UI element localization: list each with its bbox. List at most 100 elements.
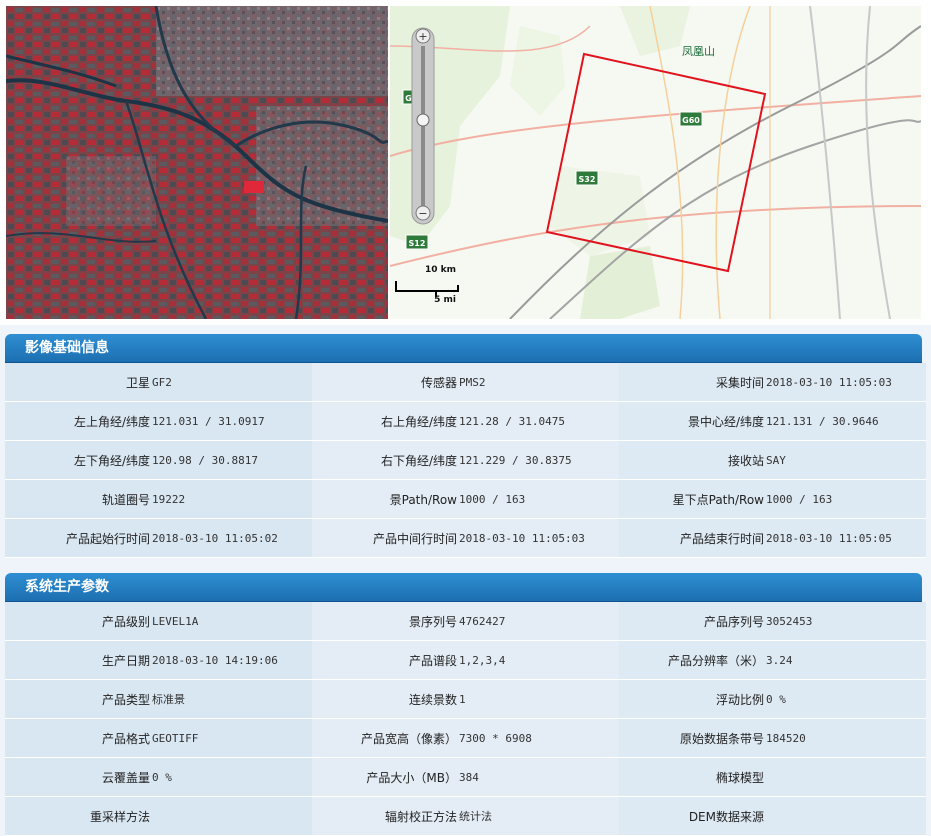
image-basic-info-panel: 影像基础信息 卫星 GF2 传感器 PMS2 采集时间 2018-03-10 1… <box>5 334 926 558</box>
field-label: 连续景数 <box>312 679 459 719</box>
field-label: 产品谱段 <box>312 640 459 680</box>
zoom-slider-handle[interactable] <box>416 113 430 127</box>
zoom-control[interactable]: + − <box>411 27 435 225</box>
footprint-map[interactable]: G60 S32 S12 G60 凤凰山 + <box>390 6 921 319</box>
panel-header: 影像基础信息 <box>5 334 922 363</box>
field-value: GF2 <box>152 363 312 402</box>
highway-shield-s12: S12 <box>405 234 429 250</box>
field-value: 2018-03-10 11:05:02 <box>152 518 312 558</box>
table-row: 卫星 GF2 传感器 PMS2 采集时间 2018-03-10 11:05:03 <box>5 363 926 402</box>
field-label: 左下角经/纬度 <box>5 440 152 480</box>
panel-title: 影像基础信息 <box>25 340 109 356</box>
highway-shield-s32: S32 <box>575 170 599 186</box>
field-label: 轨道圈号 <box>5 479 152 519</box>
field-value: 1000 / 163 <box>766 479 926 519</box>
plus-icon: + <box>418 30 427 43</box>
table-row: 左下角经/纬度 120.98 / 30.8817 右下角经/纬度 121.229… <box>5 440 926 480</box>
field-label: 浮动比例 <box>619 679 766 719</box>
footprint-polygon <box>545 52 767 273</box>
field-value: SAY <box>766 440 926 480</box>
table-row: 重采样方法 辐射校正方法 统计法 DEM数据来源 <box>5 796 926 836</box>
field-label: 云覆盖量 <box>5 757 152 797</box>
field-value: 标准景 <box>152 679 312 719</box>
field-value: 184520 <box>766 718 926 758</box>
field-label: 右上角经/纬度 <box>312 401 459 441</box>
field-label: 接收站 <box>619 440 766 480</box>
field-value: LEVEL1A <box>152 602 312 641</box>
table-row: 产品类型 标准景 连续景数 1 浮动比例 0 % <box>5 679 926 719</box>
table-row: 产品级别 LEVEL1A 景序列号 4762427 产品序列号 3052453 <box>5 602 926 641</box>
scale-mi-label: 5 mi <box>434 295 456 305</box>
field-value: 3052453 <box>766 602 926 641</box>
field-value: 2018-03-10 11:05:03 <box>459 518 619 558</box>
field-label: 产品类型 <box>5 679 152 719</box>
field-label: 产品分辨率（米） <box>619 640 766 680</box>
field-value: 384 <box>459 757 619 797</box>
field-label: 采集时间 <box>619 363 766 402</box>
field-value: 2018-03-10 11:05:03 <box>766 363 926 402</box>
field-label: 产品大小（MB） <box>312 757 459 797</box>
field-label: 产品起始行时间 <box>5 518 152 558</box>
map-canvas[interactable]: G60 S32 S12 G60 凤凰山 + <box>390 6 921 319</box>
field-value: 统计法 <box>459 796 619 836</box>
field-label: 生产日期 <box>5 640 152 680</box>
highway-shield-g60-top: G60 <box>679 111 703 127</box>
field-label: 传感器 <box>312 363 459 402</box>
panel-title: 系统生产参数 <box>25 579 109 595</box>
field-label: 产品结束行时间 <box>619 518 766 558</box>
field-label: 产品序列号 <box>619 602 766 641</box>
field-label: 产品格式 <box>5 718 152 758</box>
place-label: 凤凰山 <box>682 45 715 58</box>
field-value: 0 % <box>152 757 312 797</box>
field-label: 左上角经/纬度 <box>5 401 152 441</box>
field-label: 景序列号 <box>312 602 459 641</box>
satellite-thumbnail <box>6 6 388 319</box>
panel-header: 系统生产参数 <box>5 573 922 602</box>
field-value: 121.28 / 31.0475 <box>459 401 619 441</box>
table-row: 云覆盖量 0 % 产品大小（MB） 384 椭球模型 <box>5 757 926 797</box>
table-row: 产品起始行时间 2018-03-10 11:05:02 产品中间行时间 2018… <box>5 518 926 558</box>
table-row: 左上角经/纬度 121.031 / 31.0917 右上角经/纬度 121.28… <box>5 401 926 441</box>
field-value: 4762427 <box>459 602 619 641</box>
field-value: 121.131 / 30.9646 <box>766 401 926 441</box>
field-value: 121.229 / 30.8375 <box>459 440 619 480</box>
field-value: GEOTIFF <box>152 718 312 758</box>
field-label: 重采样方法 <box>5 796 152 836</box>
field-value: 120.98 / 30.8817 <box>152 440 312 480</box>
field-label: 椭球模型 <box>619 757 766 797</box>
field-label: 右下角经/纬度 <box>312 440 459 480</box>
system-production-params-panel: 系统生产参数 产品级别 LEVEL1A 景序列号 4762427 产品序列号 3… <box>5 573 926 836</box>
scale-bar: 10 km 5 mi <box>395 265 459 305</box>
field-label: 星下点Path/Row <box>619 479 766 519</box>
shield-label: S32 <box>579 175 596 184</box>
field-label: 景Path/Row <box>312 479 459 519</box>
shield-label: G60 <box>682 116 700 125</box>
field-value: 1000 / 163 <box>459 479 619 519</box>
field-value: 1 <box>459 679 619 719</box>
preview-area: G60 S32 S12 G60 凤凰山 + <box>0 0 931 325</box>
field-label: 产品级别 <box>5 602 152 641</box>
satellite-image <box>6 6 388 319</box>
scale-km-label: 10 km <box>425 265 456 275</box>
field-value: 2018-03-10 11:05:05 <box>766 518 926 558</box>
field-value <box>766 796 926 836</box>
field-label: DEM数据来源 <box>619 796 766 836</box>
field-value: 19222 <box>152 479 312 519</box>
field-label: 辐射校正方法 <box>312 796 459 836</box>
field-label: 卫星 <box>5 363 152 402</box>
field-value <box>152 796 312 836</box>
field-value: PMS2 <box>459 363 619 402</box>
table-row: 产品格式 GEOTIFF 产品宽高（像素） 7300 * 6908 原始数据条带… <box>5 718 926 758</box>
field-value: 0 % <box>766 679 926 719</box>
field-value: 1,2,3,4 <box>459 640 619 680</box>
field-value <box>766 757 926 797</box>
field-value: 2018-03-10 14:19:06 <box>152 640 312 680</box>
field-label: 景中心经/纬度 <box>619 401 766 441</box>
table-row: 轨道圈号 19222 景Path/Row 1000 / 163 星下点Path/… <box>5 479 926 519</box>
field-label: 原始数据条带号 <box>619 718 766 758</box>
field-label: 产品中间行时间 <box>312 518 459 558</box>
shield-label: S12 <box>409 239 426 248</box>
info-table: 产品级别 LEVEL1A 景序列号 4762427 产品序列号 3052453 … <box>5 602 926 836</box>
field-label: 产品宽高（像素） <box>312 718 459 758</box>
minus-icon: − <box>418 207 427 220</box>
